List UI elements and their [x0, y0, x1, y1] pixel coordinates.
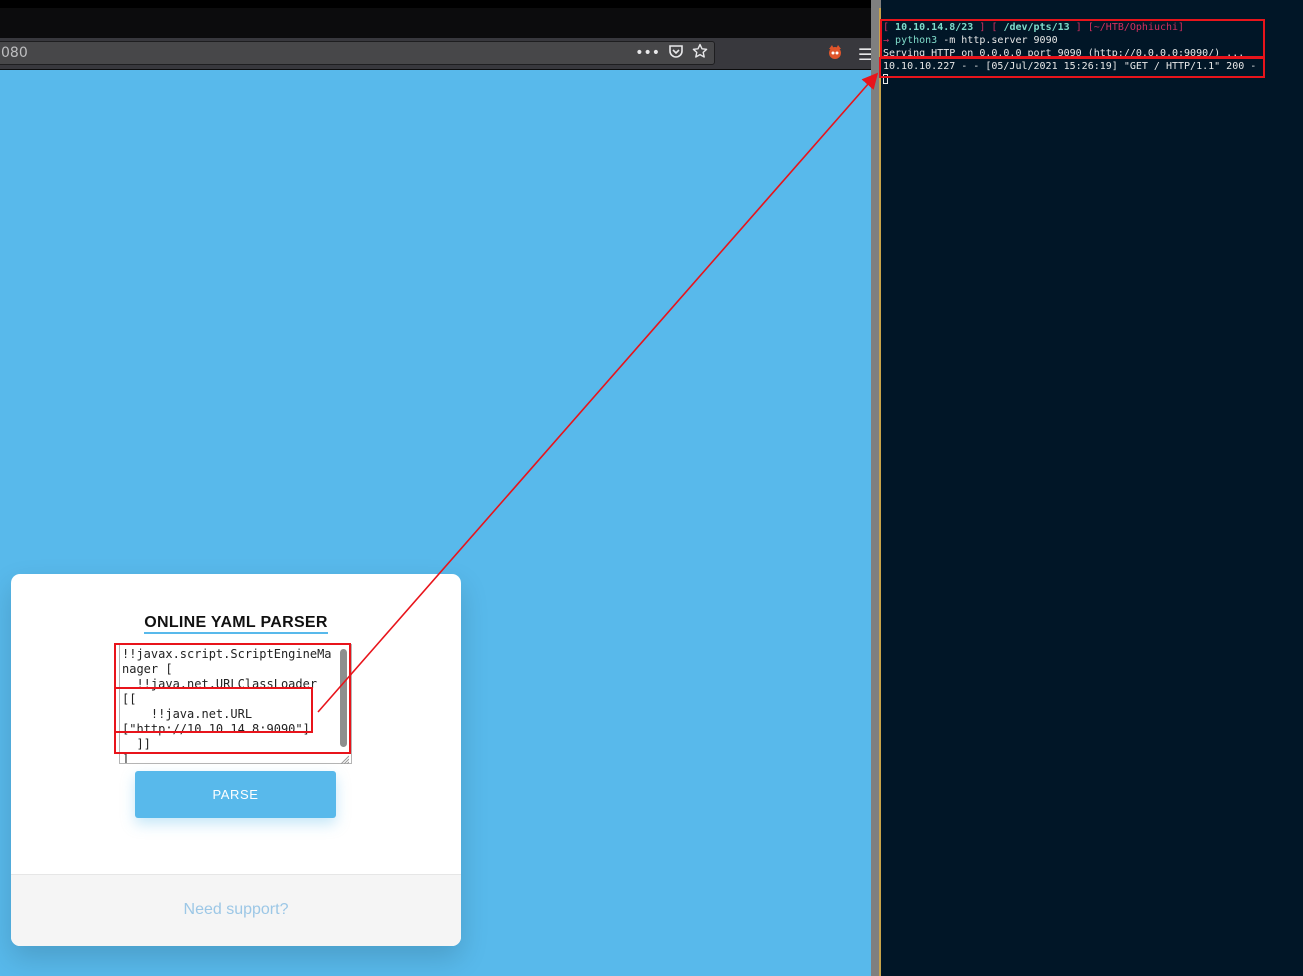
- url-text[interactable]: 080: [1, 45, 28, 61]
- prompt-pts: /dev/pts/13: [1003, 22, 1070, 33]
- browser-title-bar: [0, 0, 871, 8]
- terminal-command-line: → python3 -m http.server 9090: [883, 34, 1058, 47]
- textarea-scrollbar[interactable]: [340, 649, 347, 747]
- browser-nav-bar: 080 ••• ☰: [0, 38, 871, 70]
- browser-window: 080 ••• ☰ ONLINE YAML PARSER !!javax.scr…: [0, 0, 871, 976]
- prompt-path: [~/HTB/Ophiuchi]: [1087, 22, 1185, 33]
- prompt-ip: 10.10.14.8/23: [895, 22, 974, 33]
- card-footer: Need support?: [11, 874, 461, 946]
- prompt-separator-2: ]: [1069, 22, 1088, 33]
- resize-grip-icon[interactable]: [339, 754, 349, 764]
- yaml-input[interactable]: [119, 644, 352, 764]
- command-name: python3: [895, 35, 938, 46]
- url-bar[interactable]: 080 •••: [0, 41, 715, 65]
- url-actions: •••: [635, 43, 708, 64]
- card-title-text: ONLINE YAML PARSER: [144, 614, 328, 634]
- prompt-separator: ] [: [973, 22, 1004, 33]
- parse-button[interactable]: PARSE: [135, 771, 336, 818]
- browser-tab-strip: [0, 8, 871, 38]
- toolbar-icons: ☰: [826, 43, 871, 66]
- card-title: ONLINE YAML PARSER: [11, 614, 461, 634]
- terminal-serving-line: Serving HTTP on 0.0.0.0 port 9090 (http:…: [883, 48, 1245, 59]
- terminal-prompt-line: [ 10.10.14.8/23 ] [ /dev/pts/13 ] [~/HTB…: [883, 21, 1184, 34]
- hamburger-menu-icon[interactable]: ☰: [858, 45, 871, 65]
- pocket-icon[interactable]: [668, 43, 684, 64]
- terminal-window[interactable]: [ 10.10.14.8/23 ] [ /dev/pts/13 ] [~/HTB…: [881, 8, 1303, 976]
- command-arrow: →: [883, 35, 896, 46]
- terminal-cursor: [883, 74, 888, 84]
- command-args: -m http.server 9090: [937, 35, 1058, 46]
- terminal-request-line: 10.10.10.227 - - [05/Jul/2021 15:26:19] …: [883, 61, 1257, 72]
- need-support-link[interactable]: Need support?: [11, 901, 461, 919]
- fox-extension-icon[interactable]: [826, 43, 844, 66]
- yaml-parser-card: ONLINE YAML PARSER PARSE Need support?: [11, 574, 461, 946]
- prompt-bracket-open: [: [883, 22, 896, 33]
- star-icon[interactable]: [692, 43, 708, 64]
- more-dots-icon[interactable]: •••: [635, 44, 660, 62]
